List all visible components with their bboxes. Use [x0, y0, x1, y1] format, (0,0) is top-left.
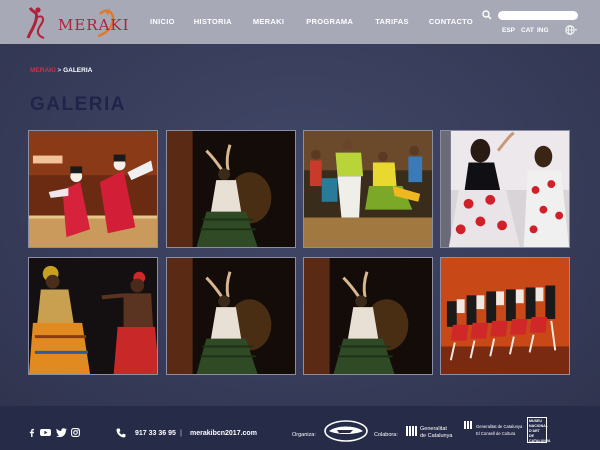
museum-line4: CATALUNYA — [529, 439, 551, 443]
main-content: MERAKI > GALERIA GALERIA — [0, 44, 600, 406]
lang-ing[interactable]: ING — [537, 27, 549, 34]
twitter-icon[interactable] — [56, 428, 67, 437]
footer-separator: | — [180, 430, 182, 437]
organiza-label: Organiza: — [292, 432, 316, 438]
footer-phone[interactable]: 917 33 36 95 — [135, 430, 176, 437]
breadcrumb-home[interactable]: MERAKI — [30, 67, 56, 74]
gencat-line2: de Catalunya — [420, 433, 453, 439]
gencat-culture-line1: Generalitat de Catalunya — [476, 424, 523, 429]
nav-item-historia[interactable]: HISTORIA — [194, 17, 232, 26]
phone-icon — [116, 428, 126, 438]
lang-cat[interactable]: CAT — [521, 27, 534, 34]
page-title: GALERIA — [30, 94, 126, 115]
gallery-photo-folk-dance-troupe[interactable] — [440, 257, 570, 375]
search-input[interactable] — [498, 11, 578, 20]
search-icon[interactable] — [482, 10, 492, 20]
museum-logo[interactable]: MUSEU NACIONAL D'ART DE CATALUNYA — [527, 417, 551, 443]
instagram-icon[interactable] — [71, 428, 80, 437]
gallery-photo-geisha-dancers[interactable] — [28, 130, 158, 248]
meraki-logo[interactable]: MERAKI — [24, 4, 129, 40]
gencat-line1: Generalitat — [420, 426, 447, 432]
facebook-icon[interactable] — [27, 428, 36, 437]
breadcrumb-current: GALERIA — [63, 67, 93, 74]
museum-line3: D'ART DE — [529, 429, 540, 438]
gallery-photo-flamenco-polka-dots[interactable] — [440, 130, 570, 248]
site-footer: 917 33 36 95 | merakibcn2017.com Organiz… — [0, 406, 600, 450]
colabora-label: Colabora: — [374, 432, 398, 438]
nav-item-programa[interactable]: PROGRAMA — [306, 17, 353, 26]
gallery-photo-flamenco-dancer-dark[interactable] — [166, 130, 296, 248]
site-header: MERAKI INICIO HISTORIA MERAKI PROGRAMA T… — [0, 0, 600, 44]
gencat-culture-logo[interactable] — [464, 420, 474, 430]
footer-website[interactable]: merakibcn2017.com — [190, 430, 257, 437]
generalitat-logo[interactable] — [406, 425, 418, 437]
globe-icon[interactable] — [565, 25, 577, 35]
nav-item-tarifas[interactable]: TARIFAS — [375, 17, 409, 26]
brand-name: MERAKI — [58, 16, 130, 34]
lang-esp[interactable]: ESP — [502, 27, 515, 34]
youtube-icon[interactable] — [40, 428, 51, 437]
gallery-photo-flamenco-dancer-dark[interactable] — [166, 257, 296, 375]
gallery-photo-street-dance-group[interactable] — [303, 130, 433, 248]
nav-item-contacto[interactable]: CONTACTO — [429, 17, 473, 26]
gencat-culture-line2: El Consell de Cultura — [476, 431, 516, 436]
breadcrumb-separator: > — [57, 67, 62, 74]
nav-item-inicio[interactable]: INICIO — [150, 17, 175, 26]
nav-item-meraki[interactable]: MERAKI — [253, 17, 284, 26]
breadcrumb: MERAKI > GALERIA — [30, 67, 92, 74]
main-nav: INICIO HISTORIA MERAKI PROGRAMA TARIFAS … — [150, 17, 473, 26]
gallery-photo-african-dancers[interactable] — [28, 257, 158, 375]
gallery-photo-flamenco-dancer-dark[interactable] — [303, 257, 433, 375]
organizer-logo[interactable] — [323, 419, 369, 443]
